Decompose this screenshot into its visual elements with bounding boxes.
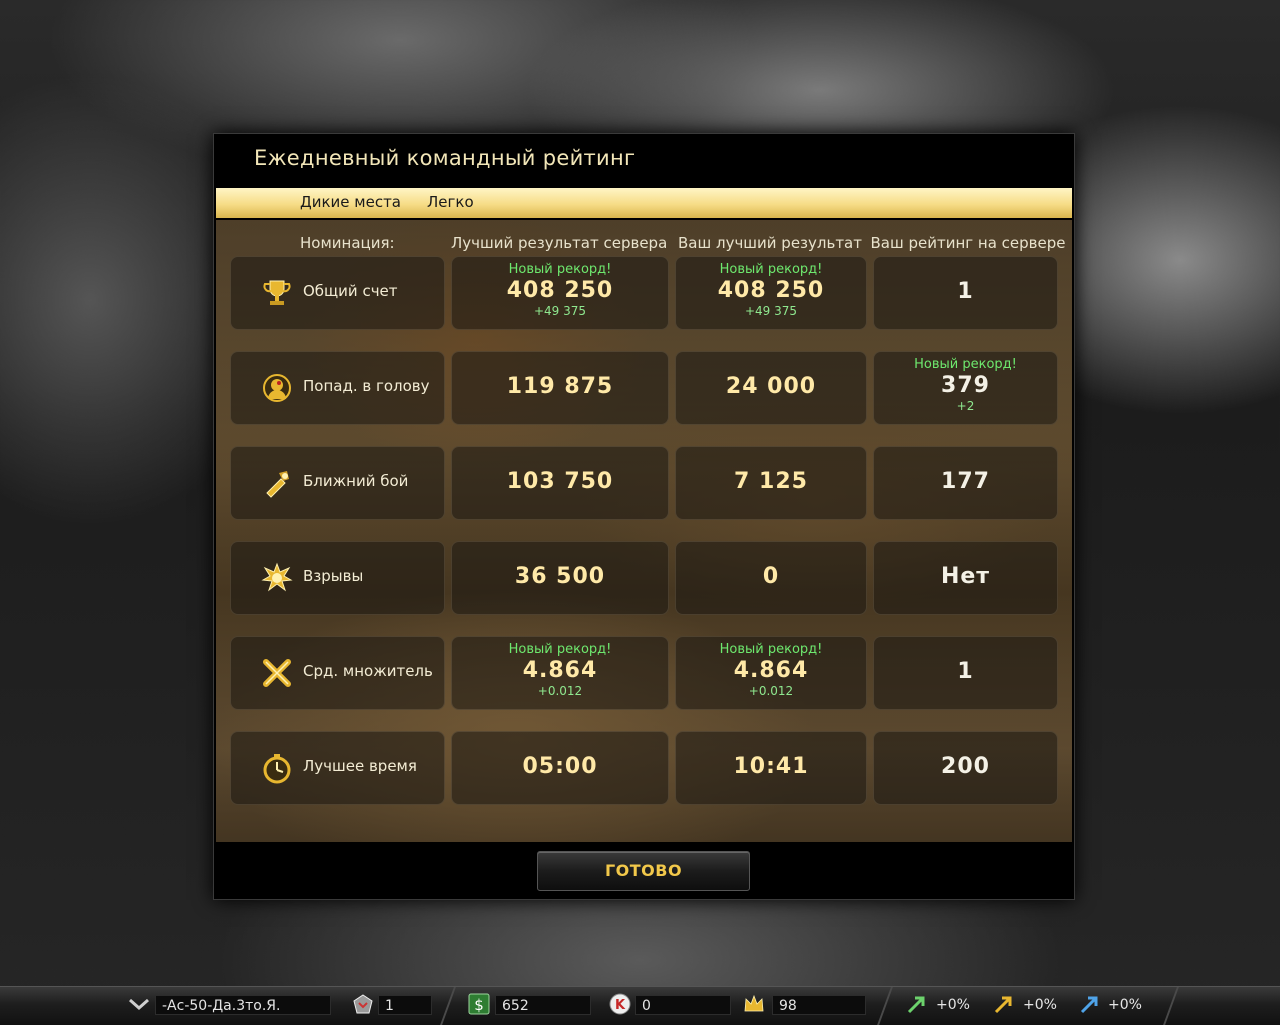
your-best-cell: 0 [675, 541, 867, 615]
money-value: 652 [495, 995, 591, 1015]
your-rank-cell: 177 [873, 446, 1058, 520]
dialog-title: Ежедневный командный рейтинг [254, 146, 636, 170]
nomination-cell: Лучшее время [230, 731, 445, 805]
nomination-name: Взрывы [303, 567, 364, 585]
player-name: -Ас-50-Да.3то.Я. [155, 995, 331, 1015]
nomination-cell: Общий счет [230, 256, 445, 330]
level-value: 1 [378, 995, 432, 1015]
result-value: 7 125 [734, 469, 808, 494]
result-value: 4.864 [733, 658, 809, 683]
result-value: 177 [941, 469, 990, 494]
daily-team-rating-dialog: Ежедневный командный рейтинг Дикие места… [213, 133, 1075, 900]
map-name: Дикие места [300, 193, 401, 211]
server-best-cell: Новый рекорд! 408 250 +49 375 [451, 256, 669, 330]
server-best-cell: Новый рекорд! 4.864 +0.012 [451, 636, 669, 710]
server-best-cell: 119 875 [451, 351, 669, 425]
result-value: 24 000 [725, 374, 817, 399]
nomination-name: Попад. в голову [303, 377, 430, 395]
nomination-cell: Ближний бой [230, 446, 445, 520]
kredits-icon: K [609, 993, 631, 1015]
ready-button[interactable]: ГОТОВО [537, 851, 750, 891]
server-best-cell: 05:00 [451, 731, 669, 805]
money-boost-value: +0% [1023, 997, 1057, 1013]
result-value: Нет [940, 564, 991, 589]
column-header-your-best: Ваш лучший результат [678, 234, 862, 252]
difficulty-label: Легко [427, 193, 474, 211]
result-value: 200 [941, 754, 990, 779]
result-delta: +0.012 [748, 684, 794, 698]
svg-text:$: $ [474, 996, 484, 1014]
your-best-cell: Новый рекорд! 408 250 +49 375 [675, 256, 867, 330]
bottom-status-bar: -Ас-50-Да.3то.Я. 1 $ 652 K 0 98 +0% +0% … [0, 986, 1280, 1025]
new-record-label: Новый рекорд! [719, 642, 823, 657]
result-value: 408 250 [717, 278, 825, 303]
result-value: 4.864 [522, 658, 598, 683]
your-best-cell: 24 000 [675, 351, 867, 425]
your-best-cell: 7 125 [675, 446, 867, 520]
result-value: 1 [957, 659, 974, 684]
your-rank-cell: 1 [873, 636, 1058, 710]
new-record-label: Новый рекорд! [508, 262, 612, 277]
crown-icon [744, 994, 764, 1012]
skill-boost-arrow-icon [1080, 996, 1098, 1014]
money-boost-arrow-icon [994, 996, 1012, 1014]
new-record-label: Новый рекорд! [914, 357, 1017, 372]
divider [1163, 987, 1179, 1025]
result-value: 119 875 [506, 374, 614, 399]
your-rank-cell: Нет [873, 541, 1058, 615]
new-record-label: Новый рекорд! [719, 262, 823, 277]
result-value: 1 [957, 279, 974, 304]
server-best-cell: 36 500 [451, 541, 669, 615]
rank-chevron-icon [129, 998, 149, 1011]
your-rank-cell: Новый рекорд! 379 +2 [873, 351, 1058, 425]
result-value: 36 500 [514, 564, 606, 589]
explosion-icon [261, 562, 293, 594]
crowns-value: 98 [772, 995, 866, 1015]
column-header-server-best: Лучший результат сервера [451, 234, 668, 252]
your-rank-cell: 200 [873, 731, 1058, 805]
server-best-cell: 103 750 [451, 446, 669, 520]
new-record-label: Новый рекорд! [508, 642, 612, 657]
result-value: 103 750 [506, 469, 614, 494]
divider [877, 987, 893, 1025]
your-rank-cell: 1 [873, 256, 1058, 330]
nomination-cell: Срд. множитель [230, 636, 445, 710]
nomination-name: Ближний бой [303, 472, 409, 490]
result-value: 0 [762, 564, 780, 589]
divider [440, 987, 456, 1025]
result-value: 05:00 [522, 754, 598, 779]
xp-boost-arrow-icon [907, 996, 925, 1014]
nomination-cell: Попад. в голову [230, 351, 445, 425]
multiplier-icon [261, 657, 293, 689]
svg-text:K: K [615, 998, 626, 1013]
money-icon: $ [468, 993, 490, 1015]
column-header-nomination: Номинация: [300, 234, 395, 252]
result-value: 408 250 [506, 278, 614, 303]
skill-boost-value: +0% [1108, 997, 1142, 1013]
nomination-name: Срд. множитель [303, 662, 433, 680]
mission-subheader: Дикие места Легко [216, 188, 1072, 218]
kredits-value: 0 [635, 995, 731, 1015]
result-delta: +49 375 [533, 304, 587, 318]
result-value: 10:41 [733, 754, 809, 779]
result-value: 379 [941, 373, 990, 398]
rating-table: Номинация: Лучший результат сервера Ваш … [216, 220, 1072, 842]
your-best-cell: 10:41 [675, 731, 867, 805]
column-header-your-rank: Ваш рейтинг на сервере [870, 234, 1066, 252]
level-badge-icon [353, 994, 373, 1014]
your-best-cell: Новый рекорд! 4.864 +0.012 [675, 636, 867, 710]
nomination-name: Лучшее время [303, 757, 417, 775]
result-delta: +49 375 [744, 304, 798, 318]
melee-icon [261, 467, 293, 499]
result-delta: +2 [956, 399, 975, 413]
trophy-icon [261, 277, 293, 309]
xp-boost-value: +0% [936, 997, 970, 1013]
stopwatch-icon [261, 752, 293, 784]
headshot-icon [261, 372, 293, 404]
nomination-cell: Взрывы [230, 541, 445, 615]
result-delta: +0.012 [537, 684, 583, 698]
nomination-name: Общий счет [303, 282, 398, 300]
